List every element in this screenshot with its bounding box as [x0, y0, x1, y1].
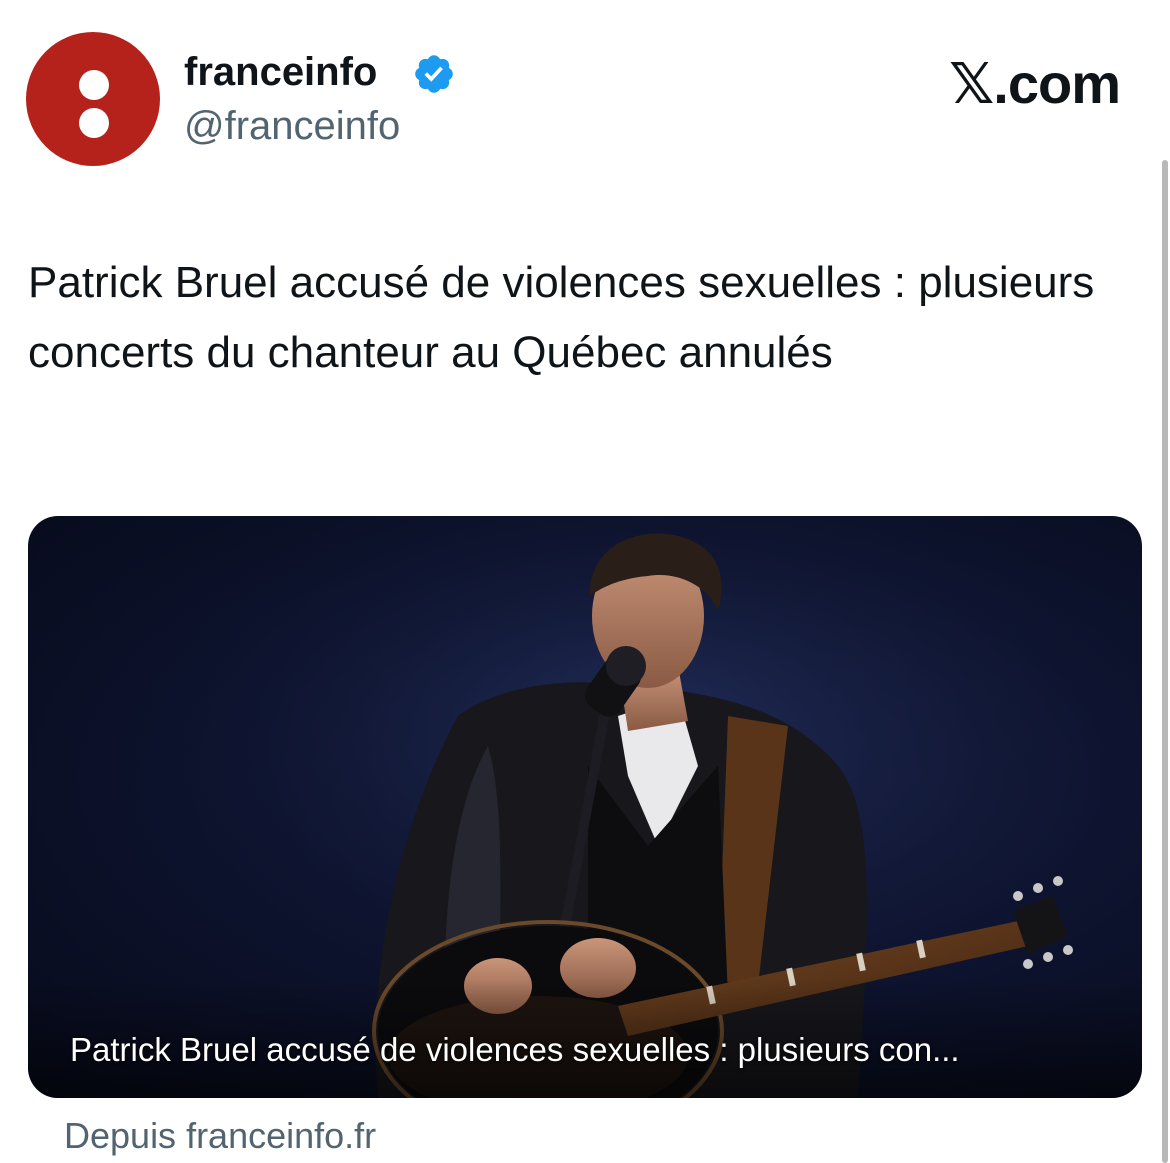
franceinfo-logo-dot-icon: [79, 108, 109, 138]
link-card-title: Patrick Bruel accusé de violences sexuel…: [70, 1031, 960, 1068]
verified-badge-icon: [415, 55, 453, 93]
avatar[interactable]: [26, 32, 160, 166]
tweet-text: Patrick Bruel accusé de violences sexuel…: [28, 258, 1095, 377]
display-name[interactable]: franceinfo: [184, 48, 377, 96]
link-source[interactable]: Depuis franceinfo.fr: [64, 1114, 376, 1158]
scrollbar[interactable]: [1162, 160, 1168, 1163]
user-handle[interactable]: @franceinfo: [184, 102, 400, 150]
franceinfo-logo-icon: [79, 70, 109, 100]
link-card[interactable]: Patrick Bruel accusé de violences sexuel…: [28, 516, 1142, 1098]
x-com-watermark: 𝕏.com: [949, 52, 1121, 115]
